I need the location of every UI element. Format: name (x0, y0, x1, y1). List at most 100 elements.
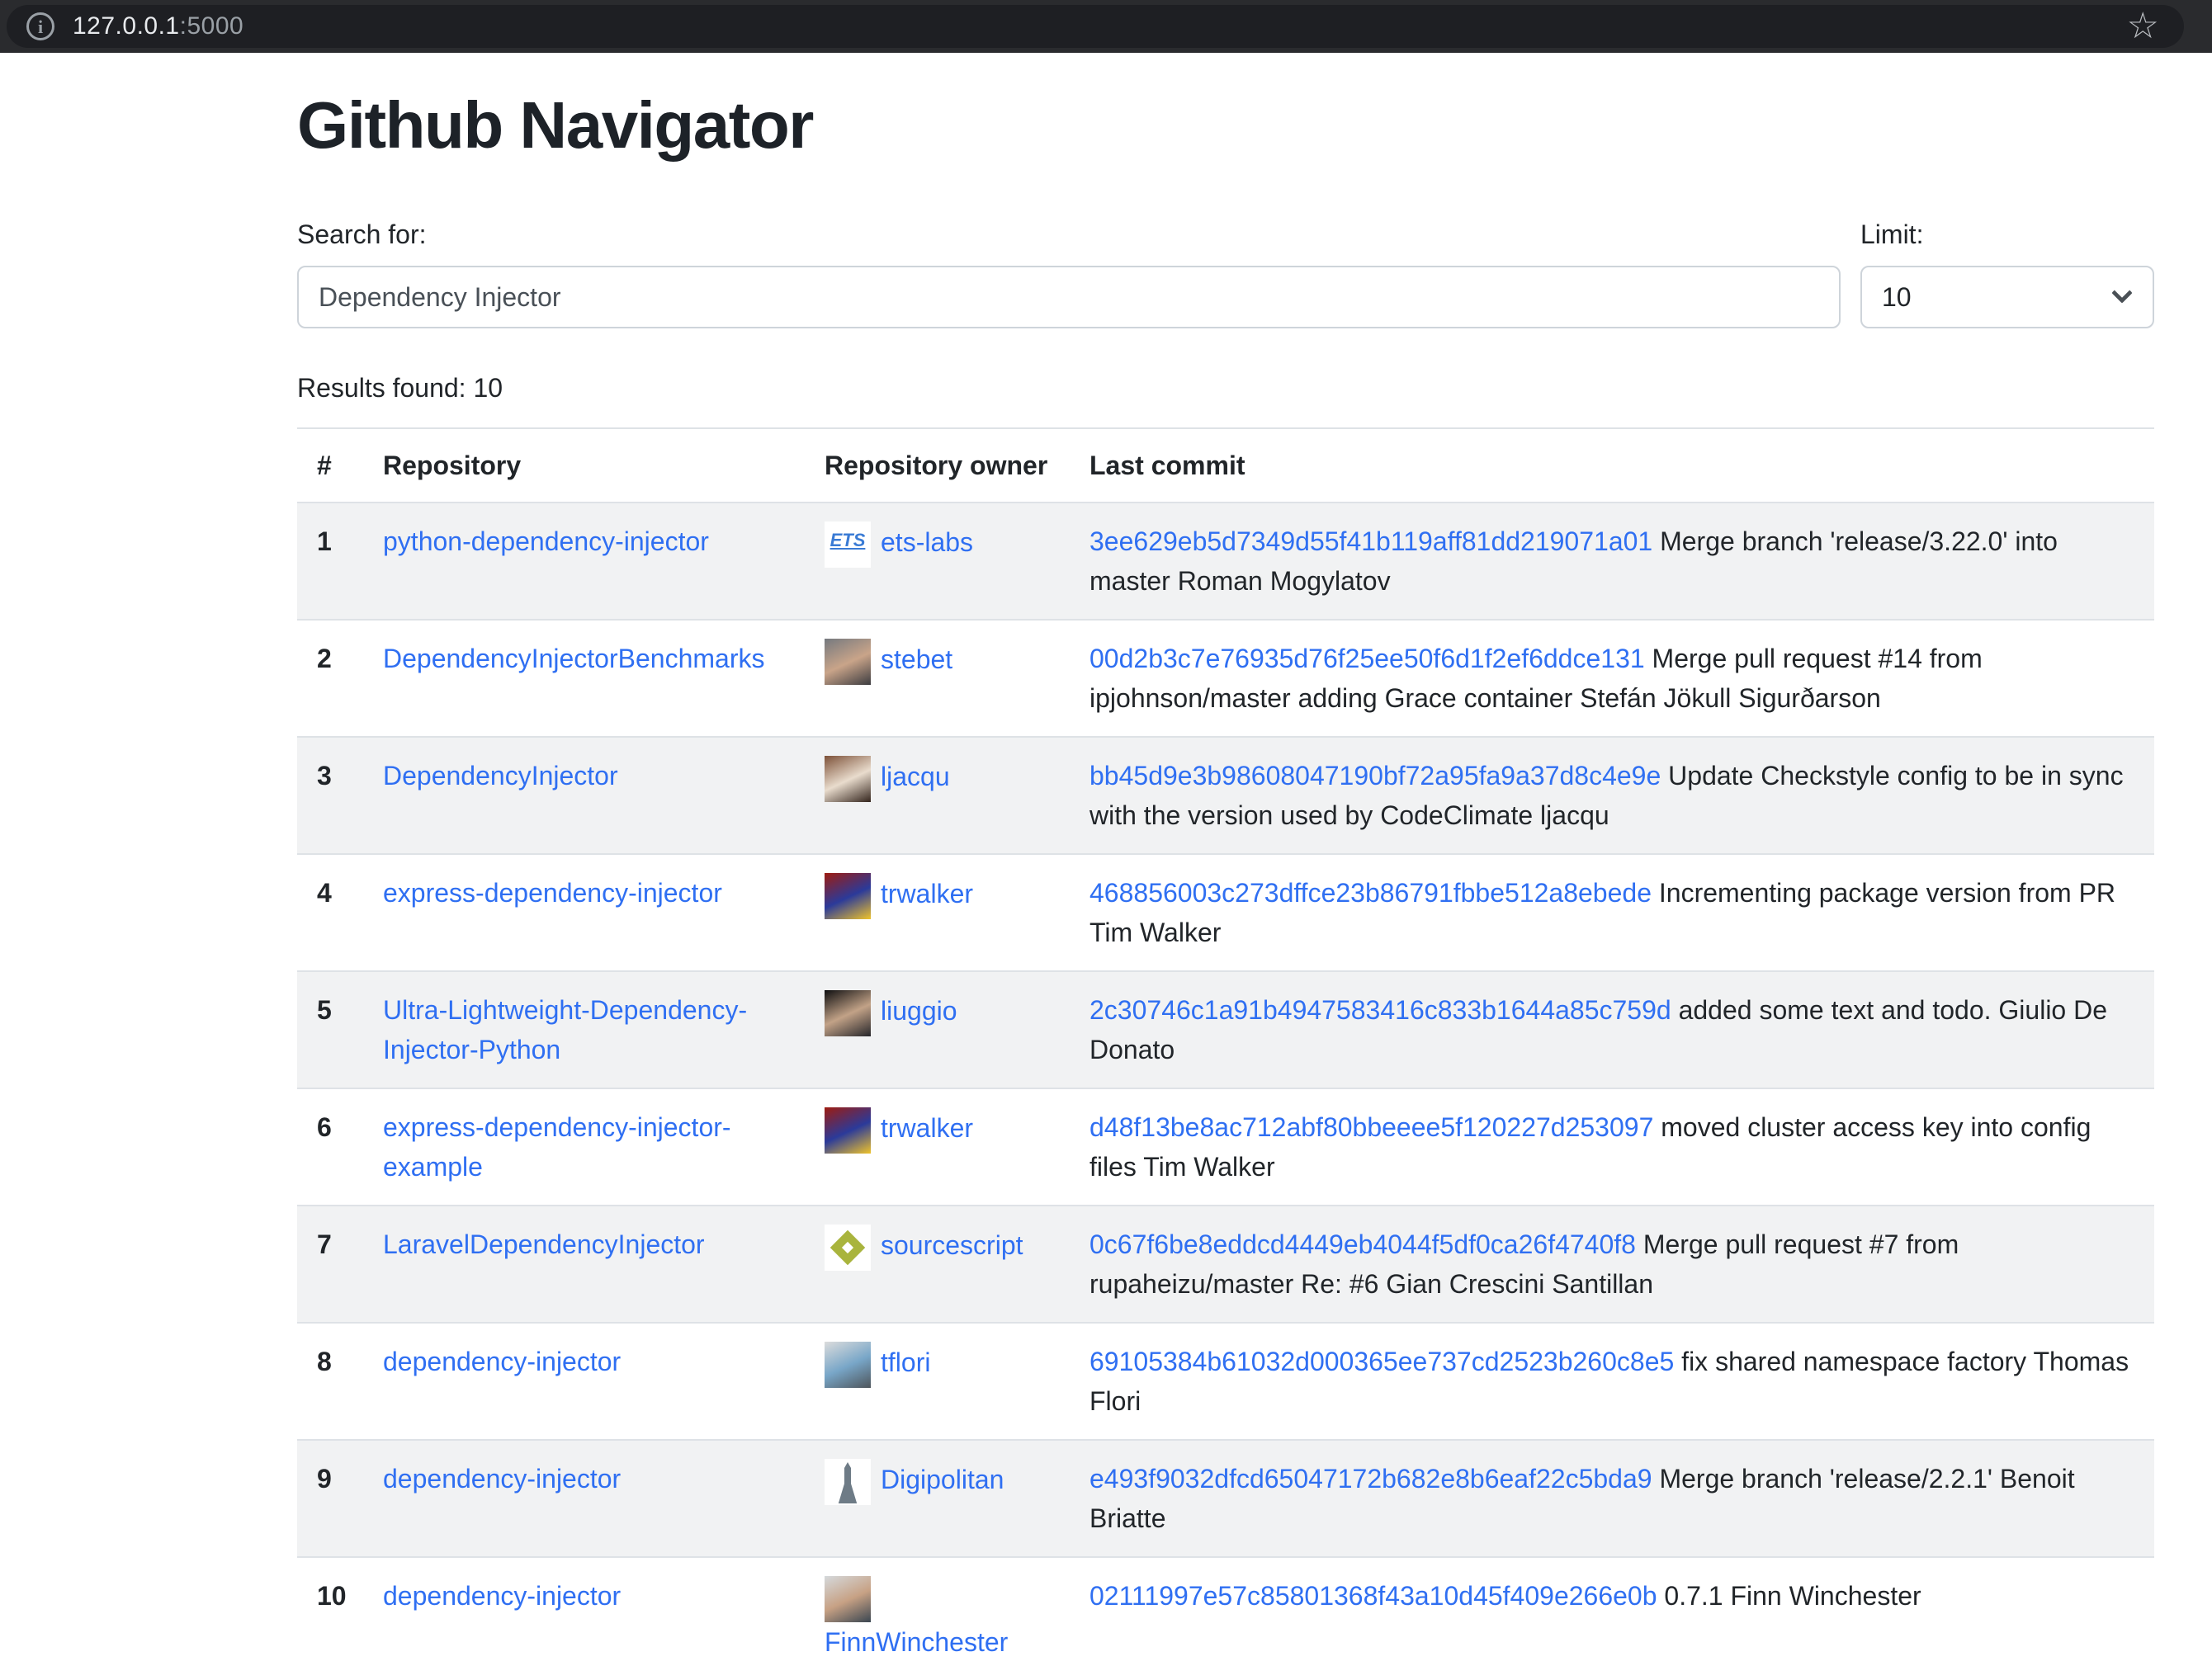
results-table-body: 1 python-dependency-injector ETSets-labs… (297, 503, 2154, 1680)
search-form: Search for: Limit: 10 (297, 218, 2154, 328)
owner-avatar-image (825, 873, 871, 919)
table-row: 2 DependencyInjectorBenchmarks stebet 00… (297, 620, 2154, 737)
commit-cell: d48f13be8ac712abf80bbeeee5f120227d253097… (1070, 1088, 2154, 1206)
commit-cell: 02111997e57c85801368f43a10d45f409e266e0b… (1070, 1557, 2154, 1680)
owner-cell: ETSets-labs (805, 503, 1070, 620)
repo-cell: dependency-injector (363, 1440, 805, 1557)
repo-cell: DependencyInjector (363, 737, 805, 854)
commit-hash-link[interactable]: 02111997e57c85801368f43a10d45f409e266e0b (1089, 1581, 1657, 1611)
owner-name: tflori (881, 1347, 930, 1377)
commit-hash-link[interactable]: e493f9032dfcd65047172b682e8b6eaf22c5bda9 (1089, 1464, 1652, 1494)
repo-link[interactable]: python-dependency-injector (383, 526, 709, 556)
owner-cell: trwalker (805, 1088, 1070, 1206)
page-title: Github Navigator (297, 87, 2154, 163)
owner-avatar-image (825, 1107, 871, 1154)
owner-name: trwalker (881, 879, 973, 908)
commit-hash-link[interactable]: 0c67f6be8eddcd4449eb4044f5df0ca26f4740f8 (1089, 1229, 1636, 1259)
repo-link[interactable]: DependencyInjectorBenchmarks (383, 644, 764, 673)
row-index: 8 (297, 1323, 363, 1440)
owner-avatar-image (825, 639, 871, 685)
owner-cell: tflori (805, 1323, 1070, 1440)
owner-name: ljacqu (881, 762, 950, 791)
commit-cell: 468856003c273dffce23b86791fbbe512a8ebede… (1070, 854, 2154, 971)
commit-hash-link[interactable]: 2c30746c1a91b4947583416c833b1644a85c759d (1089, 995, 1671, 1025)
page-container: Github Navigator Search for: Limit: 10 R… (297, 87, 2154, 1680)
url-host: 127.0.0.1 (73, 12, 180, 40)
owner-cell: liuggio (805, 971, 1070, 1088)
row-index: 6 (297, 1088, 363, 1206)
repo-link[interactable]: express-dependency-injector (383, 878, 722, 908)
commit-hash-link[interactable]: bb45d9e3b98608047190bf72a95fa9a37d8c4e9e (1089, 761, 1661, 790)
search-input[interactable] (297, 266, 1841, 328)
limit-field-group: Limit: 10 (1860, 218, 2154, 328)
row-index: 4 (297, 854, 363, 971)
repo-link[interactable]: Ultra-Lightweight-Dependency-Injector-Py… (383, 995, 747, 1064)
row-index: 3 (297, 737, 363, 854)
commit-hash-link[interactable]: 69105384b61032d000365ee737cd2523b260c8e5 (1089, 1347, 1674, 1376)
table-row: 1 python-dependency-injector ETSets-labs… (297, 503, 2154, 620)
owner-link[interactable]: stebet (825, 644, 952, 674)
bookmark-star-icon[interactable]: ☆ (2127, 8, 2159, 45)
owner-name: trwalker (881, 1113, 973, 1143)
owner-cell: trwalker (805, 854, 1070, 971)
owner-name: FinnWinchester (825, 1627, 1008, 1657)
url-text: 127.0.0.1:5000 (73, 12, 243, 40)
table-row: 4 express-dependency-injector trwalker 4… (297, 854, 2154, 971)
limit-select[interactable]: 10 (1860, 266, 2154, 328)
repo-link[interactable]: DependencyInjector (383, 761, 618, 790)
commit-cell: 3ee629eb5d7349d55f41b119aff81dd219071a01… (1070, 503, 2154, 620)
table-row: 5 Ultra-Lightweight-Dependency-Injector-… (297, 971, 2154, 1088)
repo-link[interactable]: dependency-injector (383, 1581, 621, 1611)
owner-name: sourcescript (881, 1230, 1023, 1260)
row-index: 7 (297, 1206, 363, 1323)
owner-cell: FinnWinchester (805, 1557, 1070, 1680)
repo-cell: Ultra-Lightweight-Dependency-Injector-Py… (363, 971, 805, 1088)
repo-link[interactable]: LaravelDependencyInjector (383, 1229, 705, 1259)
repo-cell: DependencyInjectorBenchmarks (363, 620, 805, 737)
commit-hash-link[interactable]: 3ee629eb5d7349d55f41b119aff81dd219071a01 (1089, 526, 1652, 556)
table-row: 9 dependency-injector Digipolitan e493f9… (297, 1440, 2154, 1557)
search-field-group: Search for: (297, 218, 1841, 328)
info-icon[interactable]: i (26, 12, 54, 40)
repo-cell: express-dependency-injector-example (363, 1088, 805, 1206)
owner-name: Digipolitan (881, 1465, 1004, 1494)
repo-link[interactable]: dependency-injector (383, 1464, 621, 1494)
repo-link[interactable]: express-dependency-injector-example (383, 1112, 731, 1182)
row-index: 5 (297, 971, 363, 1088)
owner-link[interactable]: tflori (825, 1347, 930, 1377)
column-header-index: # (297, 428, 363, 503)
owner-link[interactable]: ETSets-labs (825, 527, 973, 557)
owner-link[interactable]: Digipolitan (825, 1465, 1004, 1494)
commit-cell: 0c67f6be8eddcd4449eb4044f5df0ca26f4740f8… (1070, 1206, 2154, 1323)
commit-hash-link[interactable]: d48f13be8ac712abf80bbeeee5f120227d253097 (1089, 1112, 1653, 1142)
owner-link[interactable]: sourcescript (825, 1230, 1023, 1260)
results-table: # Repository Repository owner Last commi… (297, 427, 2154, 1680)
commit-cell: bb45d9e3b98608047190bf72a95fa9a37d8c4e9e… (1070, 737, 2154, 854)
owner-link[interactable]: trwalker (825, 879, 973, 908)
owner-name: stebet (881, 644, 952, 674)
owner-cell: Digipolitan (805, 1440, 1070, 1557)
owner-cell: sourcescript (805, 1206, 1070, 1323)
owner-avatar-image (825, 990, 871, 1036)
column-header-repository: Repository (363, 428, 805, 503)
table-row: 10 dependency-injector FinnWinchester 02… (297, 1557, 2154, 1680)
owner-link[interactable]: liuggio (825, 996, 957, 1026)
repo-cell: dependency-injector (363, 1557, 805, 1680)
repo-cell: python-dependency-injector (363, 503, 805, 620)
address-bar[interactable]: i 127.0.0.1:5000 ☆ (7, 5, 2184, 48)
owner-avatar-image (825, 1342, 871, 1388)
row-index: 1 (297, 503, 363, 620)
commit-hash-link[interactable]: 00d2b3c7e76935d76f25ee50f6d1f2ef6ddce131 (1089, 644, 1645, 673)
commit-cell: 69105384b61032d000365ee737cd2523b260c8e5… (1070, 1323, 2154, 1440)
column-header-owner: Repository owner (805, 428, 1070, 503)
commit-hash-link[interactable]: 468856003c273dffce23b86791fbbe512a8ebede (1089, 878, 1652, 908)
repo-cell: express-dependency-injector (363, 854, 805, 971)
owner-avatar-image: ETS (825, 521, 871, 568)
owner-link[interactable]: trwalker (825, 1113, 973, 1143)
owner-link[interactable]: ljacqu (825, 762, 950, 791)
row-index: 2 (297, 620, 363, 737)
repo-link[interactable]: dependency-injector (383, 1347, 621, 1376)
owner-link[interactable]: FinnWinchester (825, 1582, 1008, 1657)
table-row: 6 express-dependency-injector-example tr… (297, 1088, 2154, 1206)
owner-name: liuggio (881, 996, 957, 1026)
